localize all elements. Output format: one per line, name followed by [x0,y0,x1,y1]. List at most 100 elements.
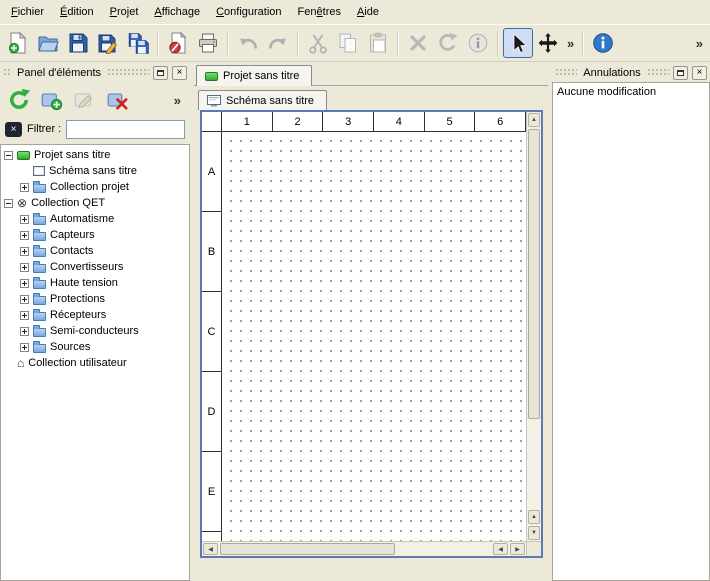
undo-panel-titlebar[interactable]: Annulations × [552,63,710,82]
menu-fichier[interactable]: Fichier [3,2,52,22]
diagram-view[interactable]: 1 2 3 4 5 6 ▲ ▲ ▼ A B C D [200,110,543,558]
vertical-scroll-thumb[interactable] [528,129,540,419]
menu-configuration[interactable]: Configuration [208,2,289,22]
tree-item-collection-qet[interactable]: Collection QET [1,195,189,211]
column-header: 3 [323,112,374,131]
row-headers: A B C D E [202,132,222,541]
scroll-down-button[interactable]: ▼ [528,526,540,540]
menu-projet[interactable]: Projet [102,2,147,22]
horizontal-scroll-thumb[interactable] [220,543,395,555]
tree-item-collection-utilisateur[interactable]: Collection utilisateur [1,355,189,371]
reload-collections-button[interactable] [5,86,33,114]
toolbar-overflow-chevron[interactable]: » [563,36,578,51]
information-button[interactable] [588,28,618,58]
restore-icon [157,70,164,76]
move-mode-button[interactable] [533,28,563,58]
scroll-left-button[interactable]: ◀ [203,543,218,555]
tree-item-automatisme[interactable]: Automatisme [1,211,189,227]
tree-item-label: Récepteurs [50,309,106,321]
expand-expander-icon[interactable] [20,247,29,256]
menu-fenetres[interactable]: Fenêtres [290,2,349,22]
open-project-button[interactable] [33,28,63,58]
delete-element-button[interactable] [104,86,132,114]
menu-edition[interactable]: Édition [52,2,102,22]
dock-grip[interactable] [555,68,577,77]
expand-expander-icon[interactable] [20,183,29,192]
project-window: Schéma sans titre 1 2 3 4 5 6 ▲ ▲ ▼ [194,86,548,581]
toolbar-extension-chevron[interactable]: » [692,36,707,51]
cursor-arrow-icon [507,32,529,54]
tree-item-schema-sans-titre[interactable]: Schéma sans titre [1,163,189,179]
close-file-button[interactable] [163,28,193,58]
print-button[interactable] [193,28,223,58]
menu-aide[interactable]: Aide [349,2,387,22]
tree-item-label: Schéma sans titre [49,165,137,177]
dock-grip[interactable] [3,68,11,77]
save-button[interactable] [63,28,93,58]
filter-label: Filtrer : [27,123,61,135]
new-document-button[interactable] [3,28,33,58]
tree-item-sources[interactable]: Sources [1,339,189,355]
tree-item-haute-tension[interactable]: Haute tension [1,275,189,291]
scroll-left-button[interactable]: ◀ [493,543,508,555]
expand-expander-icon[interactable] [20,327,29,336]
horizontal-scroll-track[interactable] [219,542,492,556]
toolbar-separator [227,31,229,55]
elements-tree[interactable]: Projet sans titre Schéma sans titre Coll… [0,144,190,581]
expand-expander-icon[interactable] [20,279,29,288]
expand-expander-icon[interactable] [20,231,29,240]
row-header: A [202,132,221,212]
dock-grip[interactable] [107,68,149,77]
select-mode-button[interactable] [503,28,533,58]
dock-grip[interactable] [647,68,669,77]
tree-item-projet-sans-titre[interactable]: Projet sans titre [1,147,189,163]
elements-panel-toolbar: » [0,82,190,118]
elements-panel-titlebar[interactable]: Panel d'éléments × [0,63,190,82]
expand-expander-icon[interactable] [20,215,29,224]
folder-icon [33,264,46,273]
save-as-button[interactable] [93,28,123,58]
dock-float-button[interactable] [673,66,688,80]
undo-history-list[interactable]: Aucune modification [552,82,710,581]
tree-item-recepteurs[interactable]: Récepteurs [1,307,189,323]
folder-icon [33,296,46,305]
clear-filter-icon[interactable]: × [5,122,22,137]
scroll-up-button[interactable]: ▲ [528,510,540,524]
collapse-expander-icon[interactable] [4,199,13,208]
expand-expander-icon[interactable] [20,343,29,352]
scroll-up-button[interactable]: ▲ [528,113,540,127]
tree-item-convertisseurs[interactable]: Convertisseurs [1,259,189,275]
tab-schema-sans-titre[interactable]: Schéma sans titre [198,90,327,110]
save-all-button[interactable] [123,28,153,58]
tree-item-label: Collection utilisateur [28,357,126,369]
vertical-scrollbar[interactable]: ▲ ▲ ▼ [526,112,541,541]
vertical-scroll-track[interactable] [527,128,541,509]
tree-item-protections[interactable]: Protections [1,291,189,307]
dock-close-button[interactable]: × [692,66,707,80]
undo-panel: Annulations × Aucune modification [552,63,710,581]
expand-expander-icon[interactable] [20,295,29,304]
tab-projet-sans-titre[interactable]: Projet sans titre [196,65,312,86]
diagram-canvas[interactable] [222,132,526,541]
menu-affichage[interactable]: Affichage [146,2,208,22]
expand-expander-icon[interactable] [20,311,29,320]
save-all-icon [127,32,149,54]
tree-item-capteurs[interactable]: Capteurs [1,227,189,243]
tree-item-collection-projet[interactable]: Collection projet [1,179,189,195]
dock-close-button[interactable]: × [172,66,187,80]
move-cross-icon [537,32,559,54]
column-header: 6 [475,112,526,131]
home-icon [17,357,24,370]
scroll-right-button[interactable]: ▶ [510,543,525,555]
panel-toolbar-overflow-chevron[interactable]: » [170,93,185,108]
expand-expander-icon[interactable] [20,263,29,272]
tree-item-contacts[interactable]: Contacts [1,243,189,259]
collapse-expander-icon[interactable] [4,151,13,160]
tree-item-semi-conducteurs[interactable]: Semi-conducteurs [1,323,189,339]
horizontal-scrollbar[interactable]: ◀ ◀ ▶ [202,541,526,556]
copy-button [333,28,363,58]
cut-button [303,28,333,58]
dock-float-button[interactable] [153,66,168,80]
new-element-button[interactable] [38,86,66,114]
filter-input[interactable] [66,120,185,139]
